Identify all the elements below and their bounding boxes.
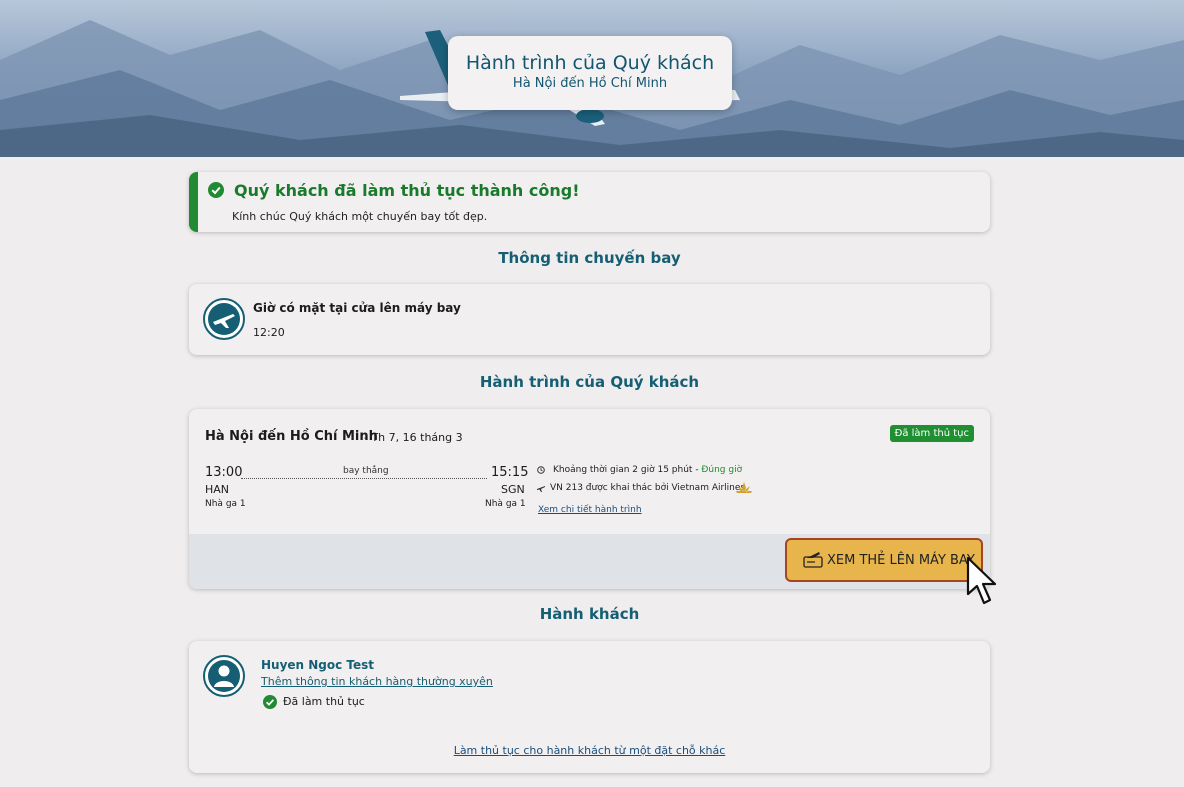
itinerary-date: - Th 7, 16 tháng 3 <box>364 431 463 444</box>
itinerary-details-link[interactable]: Xem chi tiết hành trình <box>538 505 642 515</box>
operator-text: VN 213 được khai thác bởi Vietnam Airlin… <box>550 483 746 493</box>
passenger-checkin-status: Đã làm thủ tục <box>283 695 365 708</box>
boarding-pass-icon <box>803 552 823 568</box>
departure-code: HAN <box>205 483 230 496</box>
itinerary-card: Hà Nội đến Hồ Chí Minh - Th 7, 16 tháng … <box>189 409 990 589</box>
avatar-icon <box>203 655 245 697</box>
check-circle-icon <box>208 182 224 198</box>
plane-small-icon <box>537 486 545 492</box>
success-banner: Quý khách đã làm thủ tục thành công! Kín… <box>189 172 990 232</box>
other-booking-checkin-link[interactable]: Làm thủ tục cho hành khách từ một đặt ch… <box>189 744 990 757</box>
itinerary-route: Hà Nội đến Hồ Chí Minh <box>205 429 378 444</box>
airplane-icon <box>203 298 245 340</box>
gate-time-card: Giờ có mặt tại cửa lên máy bay 12:20 <box>189 284 990 355</box>
stops-label: bay thẳng <box>343 466 389 476</box>
hero-banner: Hành trình của Quý khách Hà Nội đến Hồ C… <box>0 0 1184 157</box>
gate-time-label: Giờ có mặt tại cửa lên máy bay <box>253 301 461 315</box>
arrival-code: SGN <box>501 483 525 496</box>
page-title: Hành trình của Quý khách <box>465 52 715 74</box>
mouse-cursor-icon <box>966 556 997 605</box>
flight-info-heading: Thông tin chuyến bay <box>498 249 681 267</box>
clock-icon <box>537 466 545 474</box>
itinerary-heading: Hành trình của Quý khách <box>479 373 700 391</box>
passenger-name: Huyen Ngoc Test <box>261 658 375 672</box>
duration-text: Khoảng thời gian 2 giờ 15 phút <box>553 465 693 475</box>
check-circle-icon <box>263 695 277 709</box>
view-boarding-pass-label: XEM THẺ LÊN MÁY BAY <box>827 553 975 568</box>
add-frequent-flyer-link[interactable]: Thêm thông tin khách hàng thường xuyên <box>261 675 493 688</box>
departure-terminal: Nhà ga 1 <box>205 499 246 509</box>
flight-duration: Khoảng thời gian 2 giờ 15 phút - Đúng gi… <box>553 465 743 475</box>
arrival-terminal: Nhà ga 1 <box>485 499 526 509</box>
gate-time-value: 12:20 <box>253 326 285 339</box>
punctuality-text: Đúng giờ <box>701 465 743 475</box>
flight-path-line <box>241 478 487 479</box>
arrival-time: 15:15 <box>491 465 529 480</box>
view-boarding-pass-button[interactable]: XEM THẺ LÊN MÁY BAY <box>785 538 983 582</box>
hero-title-card: Hành trình của Quý khách Hà Nội đến Hồ C… <box>448 36 732 110</box>
success-message: Kính chúc Quý khách một chuyến bay tốt đ… <box>232 210 488 223</box>
page-subtitle: Hà Nội đến Hồ Chí Minh <box>512 76 668 91</box>
departure-time: 13:00 <box>205 465 243 480</box>
success-title: Quý khách đã làm thủ tục thành công! <box>234 181 580 200</box>
status-badge: Đã làm thủ tục <box>889 425 974 442</box>
passenger-card: Huyen Ngoc Test Thêm thông tin khách hàn… <box>189 641 990 773</box>
passengers-heading: Hành khách <box>539 605 640 623</box>
lotus-logo-icon <box>736 482 752 493</box>
